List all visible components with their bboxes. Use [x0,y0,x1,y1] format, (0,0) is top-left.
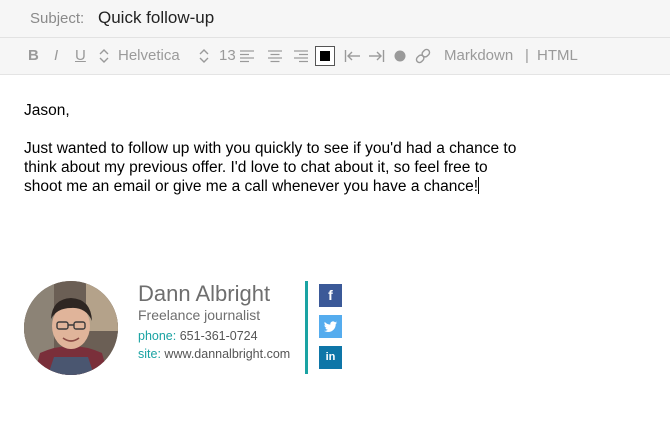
greeting-text: Jason, [24,102,70,119]
text-color-swatch [320,51,330,61]
font-name-select[interactable]: Helvetica [118,38,180,74]
message-line-3: shoot me an email or give me a call when… [24,178,479,195]
signature-title: Freelance journalist [138,307,261,323]
text-color-button[interactable] [315,46,335,66]
site-label: site: [138,347,161,361]
twitter-icon[interactable] [319,315,342,338]
underline-button[interactable]: U [75,38,86,74]
align-right-icon[interactable] [293,38,309,74]
signature-phone: phone: 651-361-0724 [138,329,258,343]
subject-bar: Subject: Quick follow-up [0,0,670,38]
phone-label: phone: [138,329,177,343]
signature-divider [305,281,308,374]
signature-name: Dann Albright [138,281,271,306]
text-caret [478,177,480,194]
bold-button[interactable]: B [28,38,39,74]
email-composer: Subject: Quick follow-up B I U Helvetica… [0,0,670,447]
subject-label: Subject: [30,10,85,27]
align-center-icon[interactable] [267,38,283,74]
message-body[interactable]: Jason, Just wanted to follow up with you… [24,101,584,196]
subject-field[interactable]: Quick follow-up [98,8,214,28]
message-paragraph: Just wanted to follow up with you quickl… [24,139,584,196]
signature-site: site: www.dannalbright.com [138,347,290,361]
html-toggle[interactable]: HTML [537,38,578,74]
site-link[interactable]: www.dannalbright.com [164,347,290,361]
message-line-1: Just wanted to follow up with you quickl… [24,140,517,157]
indent-icon[interactable] [367,38,385,74]
avatar [24,281,118,375]
align-left-icon[interactable] [239,38,255,74]
message-line-2: think about my previous offer. I'd love … [24,159,488,176]
outdent-icon[interactable] [344,38,362,74]
toolbar-divider: | [525,47,529,64]
facebook-icon[interactable]: f [319,284,342,307]
link-icon[interactable] [414,38,432,74]
italic-button[interactable]: I [54,38,58,74]
markdown-toggle[interactable]: Markdown [444,38,513,74]
bullet-icon[interactable] [393,38,407,74]
font-size-select[interactable]: 13 [219,38,236,74]
linkedin-icon[interactable]: in [319,346,342,369]
formatting-toolbar: B I U Helvetica 13 Markdown | HTML [0,38,670,75]
size-stepper-icon[interactable] [197,38,211,74]
font-stepper-icon[interactable] [97,38,111,74]
phone-number[interactable]: 651-361-0724 [180,329,258,343]
